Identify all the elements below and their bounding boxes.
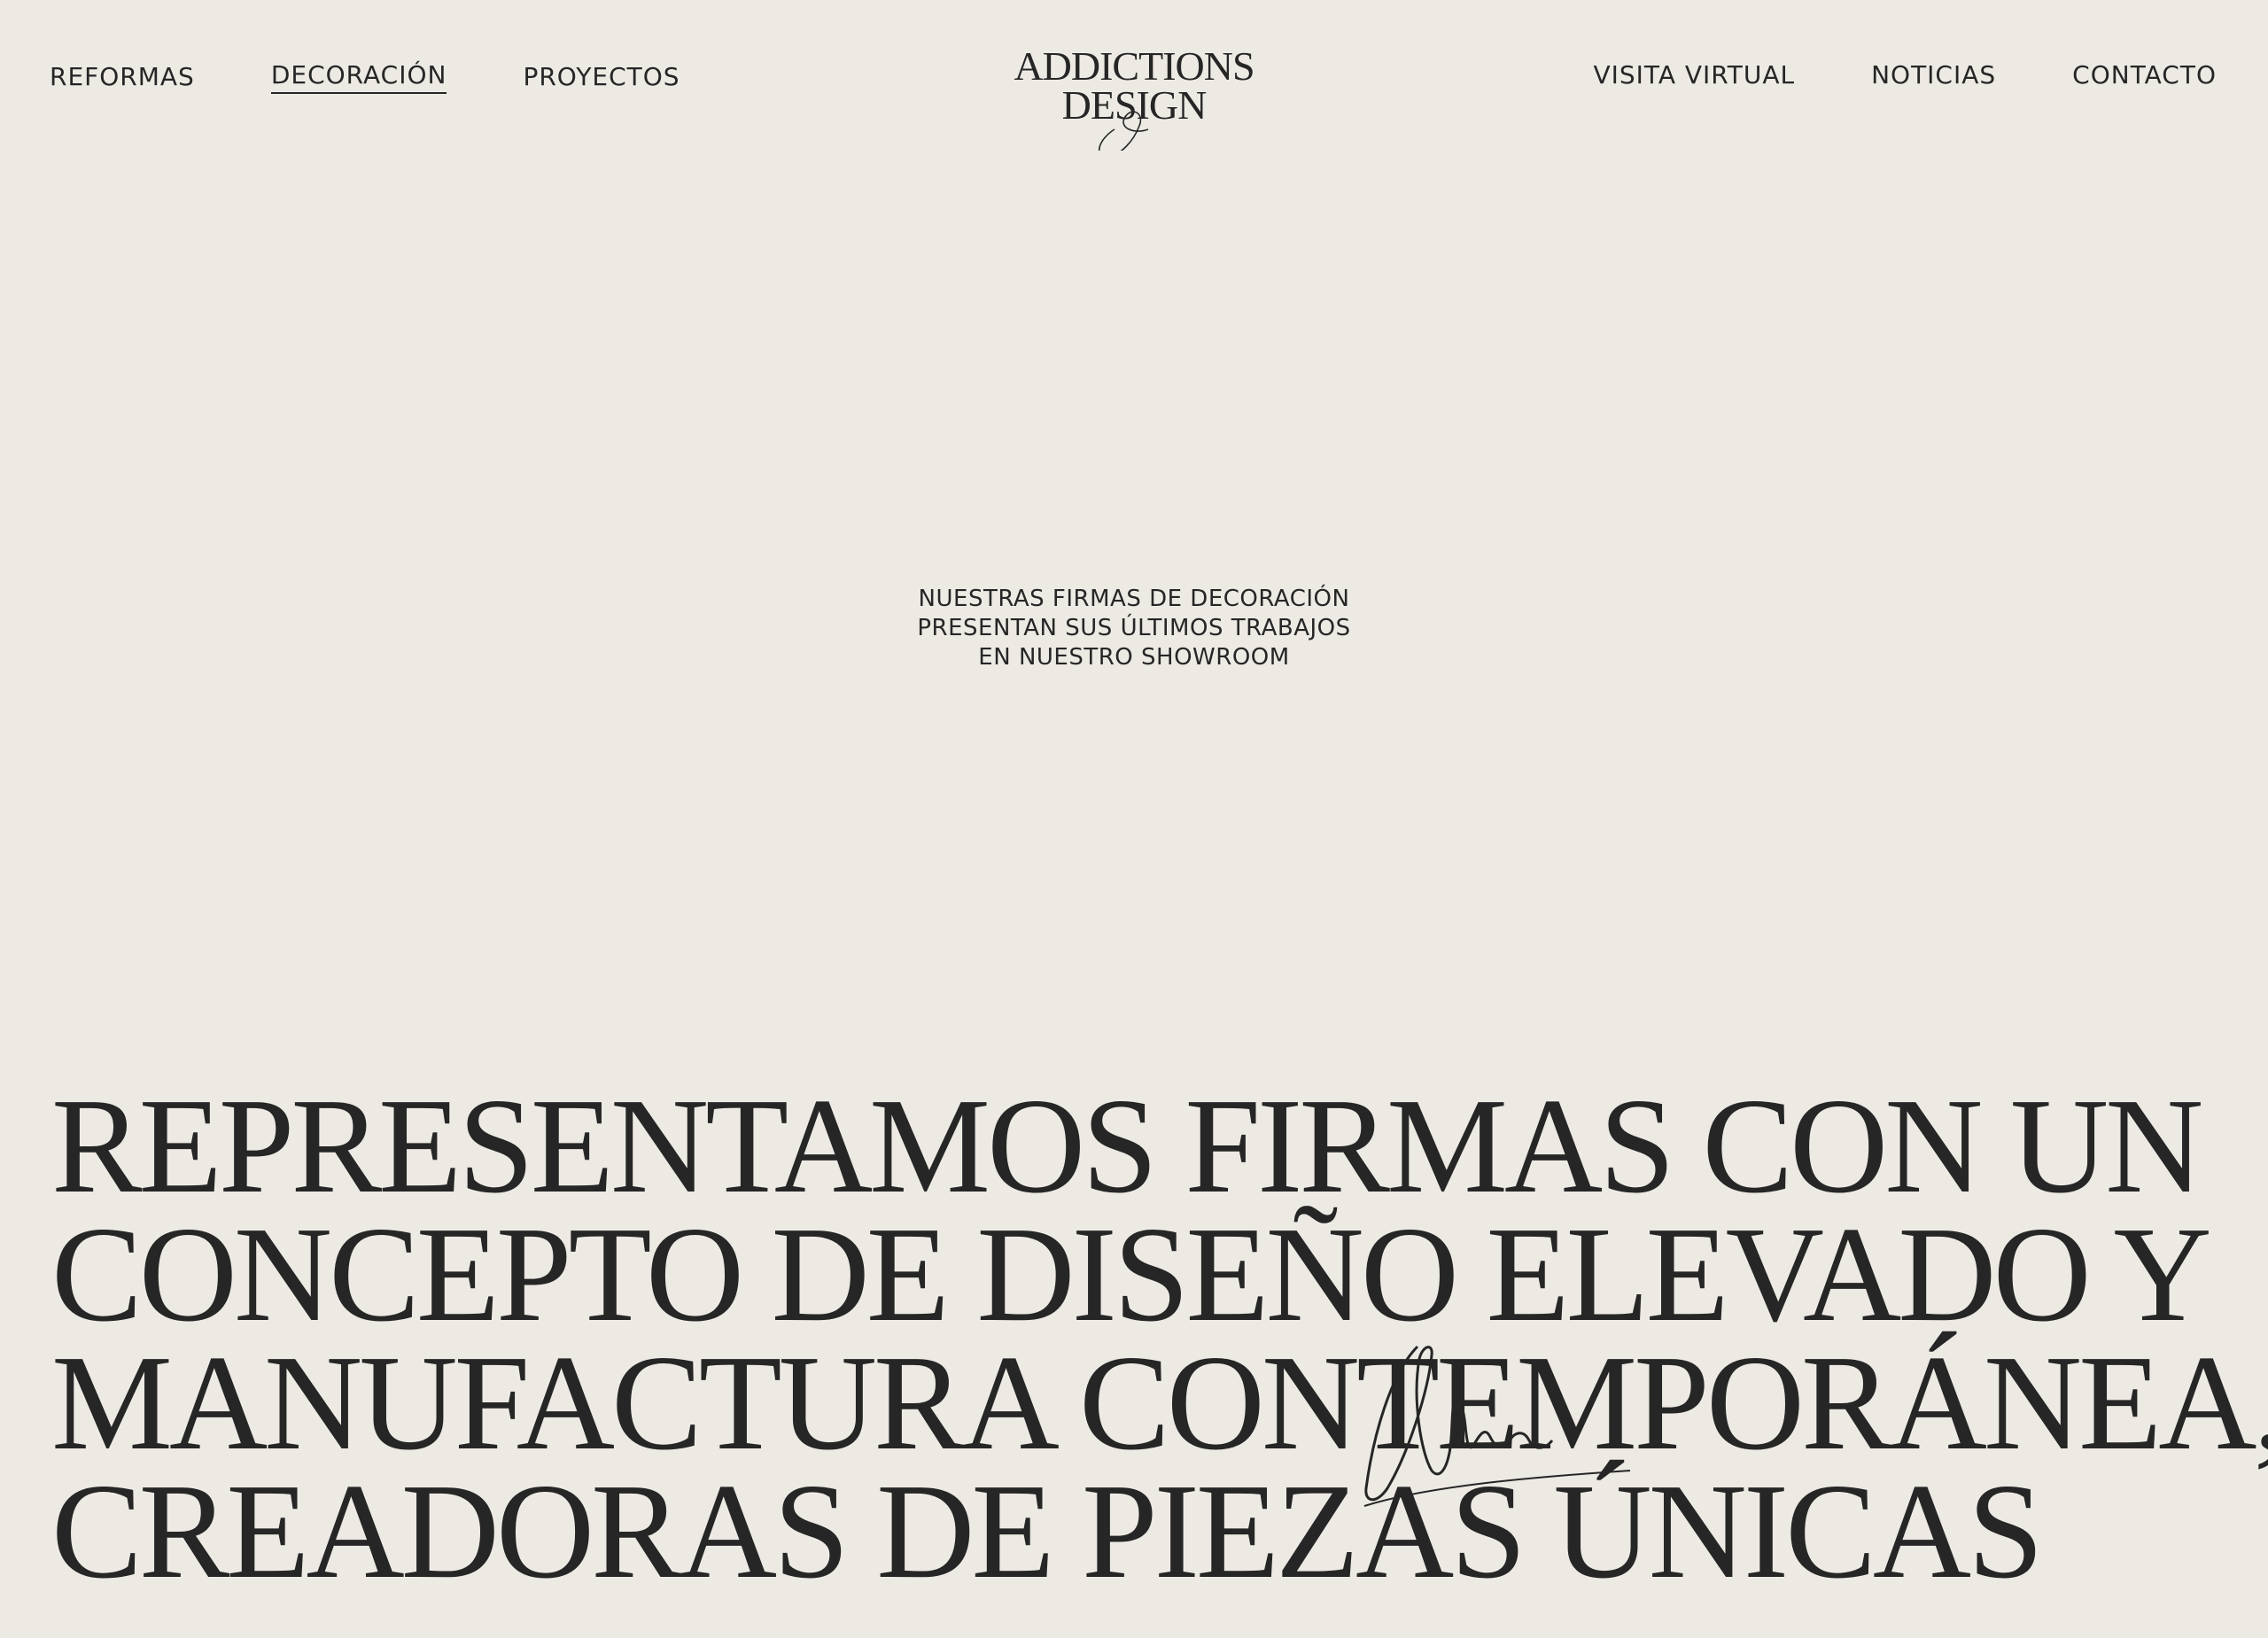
brand-logo[interactable]: ADDICTIONS DESIGN — [1001, 44, 1267, 151]
headline-line: CONCEPTO DE DISEÑO ELEVADO Y — [51, 1199, 2212, 1350]
nav-right: VISITA VIRTUAL NOTICIAS CONTACTO — [1593, 60, 2217, 90]
headline-line: REPRESENTAMOS FIRMAS CON UN — [51, 1071, 2203, 1222]
script-flourish-icon — [1363, 1345, 1631, 1507]
nav-left: REFORMAS DECORACIÓN PROYECTOS — [50, 60, 680, 94]
logo-swash-icon — [1099, 111, 1149, 151]
intro-line: NUESTRAS FIRMAS DE DECORACIÓN — [918, 586, 1350, 612]
nav-item-proyectos[interactable]: PROYECTOS — [523, 62, 680, 92]
intro-line: EN NUESTRO SHOWROOM — [978, 644, 1290, 671]
intro-text: NUESTRAS FIRMAS DE DECORACIÓN PRESENTAN … — [868, 585, 1400, 672]
nav-item-contacto[interactable]: CONTACTO — [2072, 60, 2217, 90]
page: REFORMAS DECORACIÓN PROYECTOS ADDICTIONS… — [0, 0, 2268, 1638]
headline-line: MANUFACTURA CONTEMPORÁNEA, — [51, 1328, 2268, 1479]
nav-item-visita-virtual[interactable]: VISITA VIRTUAL — [1593, 60, 1795, 90]
intro-line: PRESENTAN SUS ÚLTIMOS TRABAJOS — [917, 615, 1351, 641]
headline-line: CREADORAS DE PIEZAS ÚNICAS — [51, 1456, 2044, 1607]
hero-headline: REPRESENTAMOS FIRMAS CON UN CONCEPTO DE … — [51, 1071, 2268, 1607]
nav-item-decoracion[interactable]: DECORACIÓN — [270, 60, 447, 94]
nav-item-reformas[interactable]: REFORMAS — [50, 62, 195, 92]
nav-item-noticias[interactable]: NOTICIAS — [1871, 60, 1996, 90]
